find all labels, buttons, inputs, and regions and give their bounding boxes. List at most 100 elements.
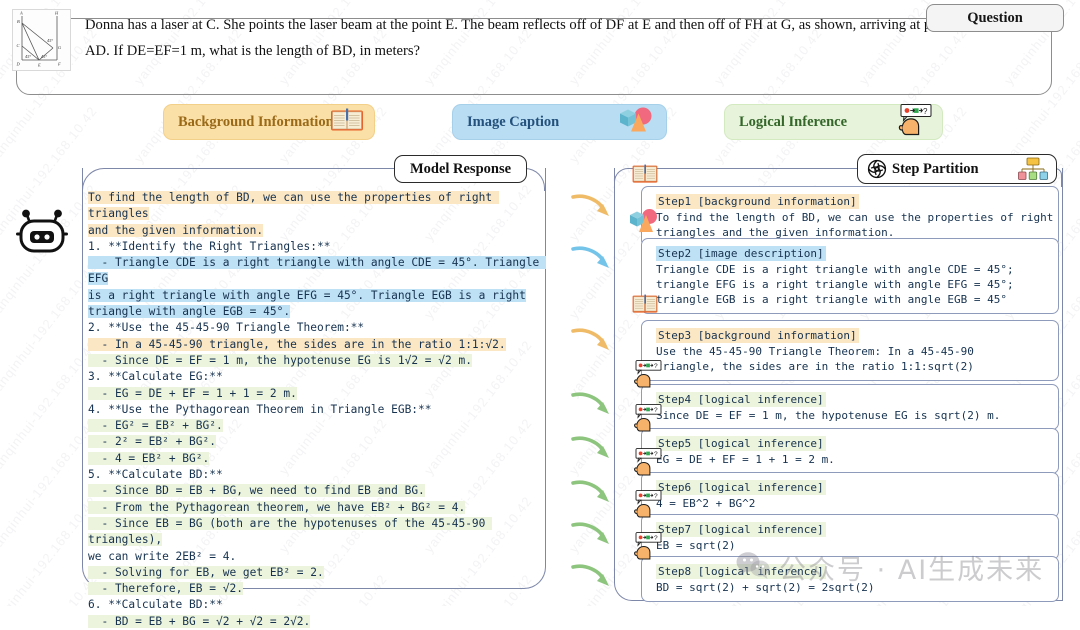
model-response-line: - 2² = EB² + BG². — [88, 434, 546, 450]
step-card[interactable]: Step6 [logical inference] 4 = EB^2 + BG^2 — [641, 472, 1059, 518]
model-response-line: - From the Pythagorean theorem, we have … — [88, 500, 546, 516]
model-response-line: is a right triangle with angle EFG = 45°… — [88, 288, 546, 304]
arrow-green-icon — [570, 518, 616, 561]
step-card[interactable]: Step7 [logical inference] EB = sqrt(2) — [641, 514, 1059, 560]
model-response-line: - EG = DE + EF = 1 + 1 = 2 m. — [88, 386, 546, 402]
model-response-tag-label: Model Response — [409, 160, 512, 177]
model-response-line: 2. **Use the 45-45-90 Triangle Theorem:*… — [88, 320, 546, 336]
step-card-heading: Step8 [logical inference] — [656, 564, 826, 579]
step-card-heading: Step1 [background information] — [656, 194, 859, 209]
model-response-line-text: triangle with angle EGB = 45°. — [88, 305, 291, 319]
svg-text:?: ? — [654, 451, 658, 458]
svg-text:?: ? — [654, 493, 658, 500]
step-card[interactable]: Step8 [logical inference] BD = sqrt(2) + … — [641, 556, 1059, 602]
thinking-head-icon: ? — [628, 532, 662, 565]
thinking-head-icon: ? — [890, 104, 932, 141]
open-book-icon — [632, 164, 658, 191]
step-card-heading: Step2 [image description] — [656, 246, 826, 261]
legend-image-caption[interactable]: Image Caption — [452, 104, 667, 140]
model-response-text: To find the length of BD, we can use the… — [88, 190, 547, 630]
step-card-body: EB = sqrt(2) — [656, 539, 736, 552]
model-response-line-text: - 4 = EB² + BG². — [88, 451, 210, 465]
model-response-line-text: is a right triangle with angle EFG = 45°… — [88, 288, 526, 302]
step-partition-title: Step Partition — [892, 160, 979, 177]
step-card-body: Use the 45-45-90 Triangle Theorem: In a … — [656, 345, 974, 373]
shapes-icon — [628, 208, 660, 239]
model-response-line-text: - Triangle CDE is a right triangle with … — [88, 256, 547, 286]
step-card-body: BD = sqrt(2) + sqrt(2) = 2sqrt(2) — [656, 581, 875, 594]
arrow-green-icon — [570, 432, 616, 475]
model-response-line-text: 2. **Use the 45-45-90 Triangle Theorem:*… — [88, 321, 365, 335]
svg-text:D: D — [16, 62, 21, 67]
svg-text:?: ? — [654, 535, 658, 542]
step-partition-tag: Step Partition — [857, 154, 1057, 184]
step-card-heading: Step4 [logical inference] — [656, 392, 826, 407]
question-tag: Question — [926, 4, 1064, 32]
arrow-orange-icon — [570, 324, 616, 367]
arrow-green-icon — [570, 476, 616, 519]
model-response-line: - Triangle CDE is a right triangle with … — [88, 255, 547, 288]
thinking-head-icon: ? — [628, 360, 662, 393]
svg-text:?: ? — [923, 107, 928, 116]
question-text: Donna has a laser at C. She points the l… — [85, 17, 986, 59]
svg-text:45°: 45° — [25, 54, 31, 59]
model-response-line: and the given information. — [88, 223, 546, 239]
model-response-line-text: - From the Pythagorean theorem, we have … — [88, 500, 466, 514]
open-book-icon — [632, 294, 658, 321]
svg-text:45°: 45° — [41, 54, 47, 59]
model-response-line: - Since BD = EB + BG, we need to find EB… — [88, 483, 546, 499]
model-response-line-text: - Since DE = EF = 1 m, the hypotenuse EG… — [88, 353, 472, 367]
svg-text:H: H — [54, 11, 59, 16]
model-response-line-text: - 2² = EB² + BG². — [88, 435, 216, 449]
model-response-line-text: - In a 45-45-90 triangle, the sides are … — [88, 337, 506, 351]
model-response-line: - EG² = EB² + BG². — [88, 418, 546, 434]
svg-text:B: B — [17, 19, 20, 24]
model-response-line-text: 5. **Calculate BD:** — [88, 468, 223, 482]
legend-label: Logical Inference — [739, 113, 848, 130]
question-tag-label: Question — [967, 9, 1023, 26]
model-response-line-text: - Since BD = EB + BG, we need to find EB… — [88, 484, 425, 498]
geometry-diagram: A H B C G D E F 45° 45° 45° — [12, 9, 71, 71]
svg-text:G: G — [58, 45, 62, 50]
model-response-line-text: - EG = DE + EF = 1 + 1 = 2 m. — [88, 386, 297, 400]
model-response-line: To find the length of BD, we can use the… — [88, 190, 546, 223]
model-response-line: - Therefore, EB = √2. — [88, 581, 546, 597]
model-response-line-text: we can write 2EB² = 4. — [88, 549, 237, 563]
thinking-head-icon: ? — [628, 490, 662, 523]
model-response-line-text: - Since EB = BG (both are the hypotenuse… — [88, 516, 493, 547]
model-response-line-text: 6. **Calculate BD:** — [88, 598, 223, 612]
step-card[interactable]: Step3 [background information] Use the 45… — [641, 320, 1059, 381]
legend-label: Image Caption — [467, 113, 560, 130]
step-card[interactable]: Step5 [logical inference] EG = DE + EF = … — [641, 428, 1059, 474]
step-card[interactable]: Step2 [image description] Triangle CDE is… — [641, 238, 1059, 314]
tree-diagram-icon — [1018, 157, 1048, 186]
model-response-line-text: 3. **Calculate EG:** — [88, 370, 223, 384]
model-response-line-text: 1. **Identify the Right Triangles:** — [88, 239, 331, 253]
legend-label: Background Information — [178, 113, 334, 130]
model-response-line-text: 4. **Use the Pythagorean Theorem in Tria… — [88, 402, 432, 416]
model-response-line: - Solving for EB, we get EB² = 2. — [88, 565, 546, 581]
svg-text:A: A — [19, 11, 23, 16]
shapes-icon — [616, 106, 656, 139]
model-response-line-text: - Solving for EB, we get EB² = 2. — [88, 565, 324, 579]
robot-avatar-icon — [16, 205, 68, 262]
legend-background-information[interactable]: Background Information — [163, 104, 375, 140]
model-response-line: - Since EB = BG (both are the hypotenuse… — [88, 516, 546, 549]
svg-text:C: C — [17, 43, 20, 48]
legend-logical-inference[interactable]: Logical Inference ? — [724, 104, 943, 140]
model-response-line: - In a 45-45-90 triangle, the sides are … — [88, 337, 546, 353]
svg-text:?: ? — [654, 407, 658, 414]
step-card-body: Triangle CDE is a right triangle with an… — [656, 263, 1014, 306]
model-response-line: triangle with angle EGB = 45°. — [88, 304, 546, 320]
openai-swirl-icon — [866, 158, 888, 185]
svg-text:E: E — [37, 63, 41, 68]
svg-text:?: ? — [654, 363, 658, 370]
thinking-head-icon: ? — [628, 404, 662, 437]
model-response-line: 1. **Identify the Right Triangles:** — [88, 239, 546, 255]
step-card-body: Since DE = EF = 1 m, the hypotenuse EG i… — [656, 409, 1001, 422]
step-card-heading: Step7 [logical inference] — [656, 522, 826, 537]
thinking-head-icon: ? — [628, 448, 662, 481]
model-response-line: - 4 = EB² + BG². — [88, 451, 546, 467]
step-card[interactable]: Step4 [logical inference] Since DE = EF =… — [641, 384, 1059, 430]
step-card-body: EG = DE + EF = 1 + 1 = 2 m. — [656, 453, 835, 466]
